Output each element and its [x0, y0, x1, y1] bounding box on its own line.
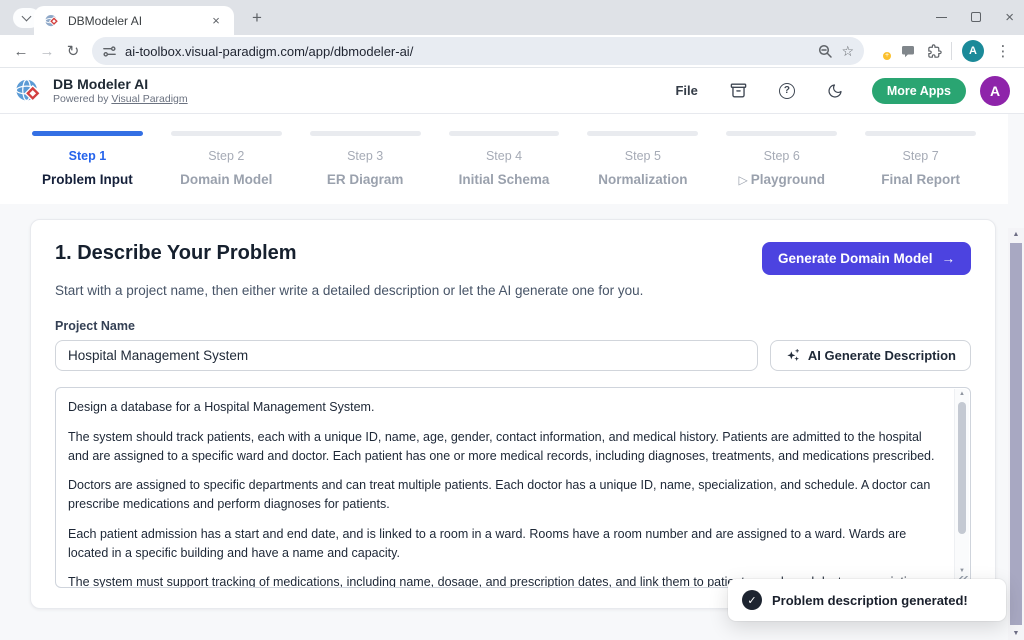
- tab-title: DBModeler AI: [68, 14, 200, 28]
- play-icon: ▷: [738, 173, 747, 187]
- forward-button[interactable]: →: [34, 38, 60, 64]
- problem-description-textarea[interactable]: Design a database for a Hospital Managem…: [55, 387, 971, 588]
- project-name-input[interactable]: [55, 340, 758, 371]
- page-scrollbar-thumb[interactable]: [1010, 243, 1022, 625]
- step-progress-bar: [449, 131, 560, 136]
- chevron-down-icon: [22, 12, 32, 22]
- step-tab-domain-model[interactable]: Step 2 Domain Model: [157, 131, 296, 187]
- site-settings-icon[interactable]: [102, 44, 117, 59]
- drive-extension-icon[interactable]: +: [876, 44, 889, 58]
- section-subtitle: Start with a project name, then either w…: [55, 283, 971, 298]
- description-paragraph: The system should track patients, each w…: [68, 428, 940, 466]
- description-paragraph: Each patient admission has a start and e…: [68, 525, 940, 563]
- step-tab-playground[interactable]: Step 6 ▷Playground: [712, 131, 851, 187]
- tab-favicon-icon: [44, 13, 60, 29]
- browser-profile-avatar[interactable]: A: [962, 40, 984, 62]
- generate-domain-model-button[interactable]: Generate Domain Model →: [762, 242, 971, 275]
- toolbar-divider: [951, 42, 952, 60]
- chat-icon[interactable]: [895, 38, 921, 64]
- step-tab-normalization[interactable]: Step 5 Normalization: [573, 131, 712, 187]
- check-icon: ✓: [742, 590, 762, 610]
- powered-by: Powered by Visual Paradigm: [53, 93, 188, 105]
- page-content: Step 1 Problem Input Step 2 Domain Model…: [0, 114, 1024, 640]
- extensions-puzzle-icon[interactable]: [921, 38, 947, 64]
- more-apps-button[interactable]: More Apps: [872, 78, 966, 104]
- browser-tab[interactable]: DBModeler AI ×: [34, 6, 234, 35]
- window-close-button[interactable]: ×: [1005, 10, 1014, 25]
- ai-generate-description-button[interactable]: AI Generate Description: [770, 340, 971, 371]
- description-paragraph: Design a database for a Hospital Managem…: [68, 398, 940, 417]
- save-project-icon[interactable]: [728, 80, 750, 102]
- step-progress-bar: [587, 131, 698, 136]
- visual-paradigm-logo: [14, 76, 44, 106]
- step-tab-er-diagram[interactable]: Step 3 ER Diagram: [296, 131, 435, 187]
- step-tab-initial-schema[interactable]: Step 4 Initial Schema: [435, 131, 574, 187]
- browser-menu-icon[interactable]: ⋮: [990, 38, 1016, 64]
- arrow-right-icon: →: [942, 251, 956, 266]
- textarea-scrollbar[interactable]: ▲ ▼: [954, 389, 969, 586]
- toast-notification: ✓ Problem description generated!: [728, 579, 1006, 621]
- scroll-up-icon[interactable]: ▲: [1008, 231, 1024, 238]
- toast-message: Problem description generated!: [772, 593, 968, 608]
- minimize-button[interactable]: [936, 17, 947, 18]
- browser-window: DBModeler AI × + × ← → ↻ ai-toolbox.visu…: [0, 0, 1024, 640]
- project-name-label: Project Name: [55, 319, 971, 333]
- browser-toolbar: ← → ↻ ai-toolbox.visual-paradigm.com/app…: [0, 35, 1024, 68]
- reload-button[interactable]: ↻: [60, 38, 86, 64]
- visual-paradigm-link[interactable]: Visual Paradigm: [111, 93, 187, 105]
- user-avatar[interactable]: A: [980, 76, 1010, 106]
- scroll-down-icon[interactable]: ▼: [955, 568, 969, 574]
- bookmark-star-icon[interactable]: ☆: [841, 43, 854, 60]
- maximize-button[interactable]: [971, 12, 981, 22]
- step-progress-bar: [726, 131, 837, 136]
- textarea-scrollbar-thumb[interactable]: [958, 402, 966, 534]
- help-icon[interactable]: ?: [776, 80, 798, 102]
- url-text[interactable]: ai-toolbox.visual-paradigm.com/app/dbmod…: [125, 44, 413, 59]
- page-scrollbar[interactable]: ▲ ▼: [1008, 228, 1024, 640]
- description-paragraph: Doctors are assigned to specific departm…: [68, 476, 940, 514]
- back-button[interactable]: ←: [8, 38, 34, 64]
- scroll-up-icon[interactable]: ▲: [955, 391, 969, 397]
- scroll-down-icon[interactable]: ▼: [1008, 630, 1024, 637]
- tab-strip: DBModeler AI × + ×: [0, 0, 1024, 35]
- tab-close-icon[interactable]: ×: [208, 13, 224, 29]
- zoom-icon[interactable]: [817, 43, 833, 59]
- step-navigation: Step 1 Problem Input Step 2 Domain Model…: [0, 114, 1008, 204]
- file-menu[interactable]: File: [675, 83, 697, 98]
- section-title: 1. Describe Your Problem: [55, 242, 297, 265]
- dark-mode-moon-icon[interactable]: [824, 80, 846, 102]
- step-progress-bar: [32, 131, 143, 136]
- step-progress-bar: [171, 131, 282, 136]
- step-progress-bar: [865, 131, 976, 136]
- address-bar[interactable]: ai-toolbox.visual-paradigm.com/app/dbmod…: [92, 37, 864, 65]
- app-header: DB Modeler AI Powered by Visual Paradigm…: [0, 68, 1024, 114]
- sparkles-icon: [785, 348, 801, 364]
- problem-input-card: 1. Describe Your Problem Generate Domain…: [30, 219, 996, 609]
- step-progress-bar: [310, 131, 421, 136]
- app-title: DB Modeler AI: [53, 76, 188, 92]
- step-tab-final-report[interactable]: Step 7 Final Report: [851, 131, 990, 187]
- step-tab-problem-input[interactable]: Step 1 Problem Input: [18, 131, 157, 187]
- new-tab-button[interactable]: +: [246, 7, 268, 29]
